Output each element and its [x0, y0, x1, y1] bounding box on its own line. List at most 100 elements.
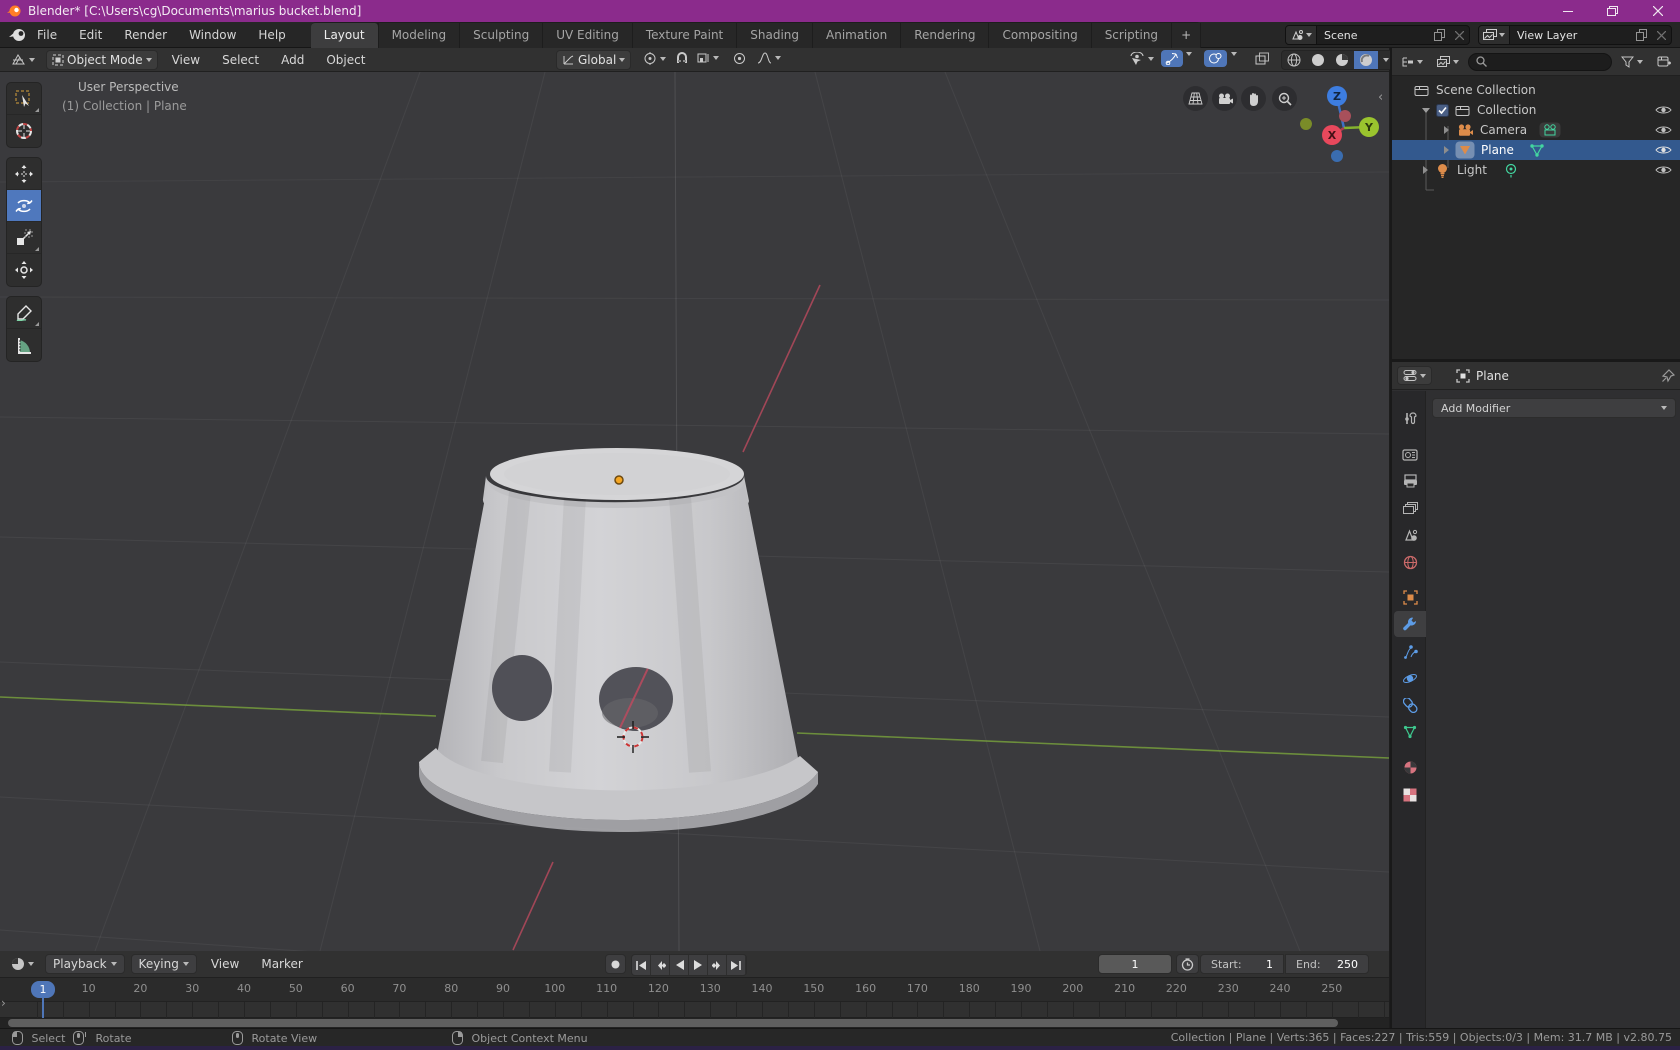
- current-frame-indicator[interactable]: 1: [31, 981, 55, 998]
- jump-to-start-button[interactable]: [632, 955, 651, 975]
- titlebar[interactable]: Blender* [C:\Users\cg\Documents\marius b…: [0, 0, 1680, 22]
- pin-icon[interactable]: [1661, 369, 1675, 383]
- menu-window[interactable]: Window: [178, 22, 247, 48]
- tool-scale[interactable]: [7, 222, 41, 254]
- tab-object-data[interactable]: [1394, 719, 1426, 745]
- disclosure-closed-icon[interactable]: [1423, 166, 1428, 174]
- scene-icon[interactable]: [1286, 26, 1317, 44]
- mode-selector[interactable]: Object Mode: [46, 50, 158, 70]
- close-button[interactable]: [1635, 0, 1680, 22]
- menu-help[interactable]: Help: [247, 22, 296, 48]
- viewport-menu-add[interactable]: Add: [273, 50, 312, 70]
- gizmo-dropdown[interactable]: [1184, 50, 1194, 58]
- pivot-point-selector[interactable]: [638, 50, 671, 67]
- view-layer-icon[interactable]: [1479, 26, 1510, 44]
- outliner-search[interactable]: [1468, 53, 1612, 71]
- play-button[interactable]: [689, 955, 708, 975]
- outliner-search-input[interactable]: [1491, 54, 1571, 69]
- outliner-display-mode[interactable]: [1432, 54, 1464, 70]
- hide-eye-icon[interactable]: [1655, 144, 1672, 156]
- tool-select-box[interactable]: [7, 83, 41, 115]
- zoom-view-button[interactable]: [1272, 86, 1297, 111]
- next-keyframe-button[interactable]: [708, 955, 727, 975]
- tab-scripting[interactable]: Scripting: [1092, 23, 1172, 48]
- camera-view-button[interactable]: [1212, 86, 1237, 111]
- timeline-menu-view[interactable]: View: [203, 954, 247, 974]
- pan-view-button[interactable]: [1241, 86, 1266, 111]
- scene-selector[interactable]: Scene: [1285, 25, 1470, 45]
- tab-object[interactable]: [1394, 584, 1426, 610]
- proportional-falloff-selector[interactable]: [752, 50, 786, 66]
- show-gizmo-toggle[interactable]: [1161, 50, 1183, 67]
- snap-toggle[interactable]: [672, 50, 691, 67]
- unlink-scene-icon[interactable]: [1455, 31, 1464, 40]
- tool-measure[interactable]: [7, 329, 41, 361]
- new-collection-button[interactable]: [1652, 53, 1676, 70]
- blender-menu-icon[interactable]: [8, 27, 26, 42]
- scene-name[interactable]: Scene: [1317, 29, 1429, 42]
- outliner-row-collection[interactable]: Collection: [1392, 100, 1680, 120]
- tab-world[interactable]: [1394, 549, 1426, 575]
- editor-type-button-properties[interactable]: [1397, 366, 1432, 385]
- new-scene-icon[interactable]: [1434, 29, 1445, 41]
- outliner-row-plane[interactable]: Plane: [1392, 140, 1680, 160]
- tab-layout[interactable]: Layout: [311, 23, 379, 48]
- proportional-editing-toggle[interactable]: [730, 50, 749, 67]
- playhead-line[interactable]: [42, 998, 44, 1018]
- tab-view-layer[interactable]: [1394, 495, 1426, 521]
- hide-eye-icon[interactable]: [1655, 124, 1672, 136]
- timeline-expand-arrow[interactable]: ›: [1, 996, 6, 1010]
- hide-eye-icon[interactable]: [1655, 104, 1672, 116]
- frame-start-field[interactable]: Start: 1: [1200, 954, 1284, 974]
- tab-sculpting[interactable]: Sculpting: [460, 23, 543, 48]
- viewport-menu-view[interactable]: View: [164, 50, 208, 70]
- tab-material[interactable]: [1394, 754, 1426, 780]
- tab-modifiers[interactable]: [1394, 611, 1426, 637]
- snap-target-selector[interactable]: [692, 50, 724, 66]
- collection-checkbox[interactable]: [1436, 104, 1449, 117]
- shading-wireframe-button[interactable]: [1282, 51, 1306, 69]
- add-workspace-button[interactable]: +: [1172, 23, 1201, 48]
- outliner-filter-button[interactable]: [1616, 54, 1648, 70]
- tab-output[interactable]: [1394, 468, 1426, 494]
- shading-material-button[interactable]: [1330, 51, 1354, 69]
- timeline-menu-marker[interactable]: Marker: [253, 954, 310, 974]
- tab-shading[interactable]: Shading: [737, 23, 813, 48]
- keying-menu[interactable]: Keying: [131, 954, 197, 974]
- tab-constraints[interactable]: [1394, 692, 1426, 718]
- tool-cursor[interactable]: [7, 115, 41, 147]
- object-visibility-selector[interactable]: [1124, 50, 1159, 67]
- tab-compositing[interactable]: Compositing: [989, 23, 1091, 48]
- viewport-menu-object[interactable]: Object: [318, 50, 373, 70]
- current-frame-field[interactable]: 1: [1098, 954, 1172, 974]
- tool-transform[interactable]: [7, 254, 41, 286]
- prev-keyframe-button[interactable]: [651, 955, 670, 975]
- editor-type-button-timeline[interactable]: [6, 955, 39, 973]
- tab-physics[interactable]: [1394, 665, 1426, 691]
- timeline-ticks[interactable]: [0, 1001, 1389, 1018]
- menu-edit[interactable]: Edit: [68, 22, 113, 48]
- menu-file[interactable]: File: [26, 22, 68, 48]
- disclosure-open-icon[interactable]: [1422, 108, 1430, 113]
- show-overlays-toggle[interactable]: [1204, 50, 1227, 67]
- auto-keying-button[interactable]: [605, 954, 626, 974]
- ortho-grid-button[interactable]: [1183, 86, 1208, 111]
- hide-eye-icon[interactable]: [1655, 164, 1672, 176]
- view-layer-selector[interactable]: View Layer: [1478, 25, 1672, 45]
- tab-modeling[interactable]: Modeling: [379, 23, 461, 48]
- shading-rendered-button[interactable]: [1354, 51, 1378, 69]
- transform-orientation-selector[interactable]: Global: [556, 50, 631, 70]
- view-layer-name[interactable]: View Layer: [1510, 29, 1631, 42]
- disclosure-closed-icon[interactable]: [1444, 146, 1449, 154]
- use-preview-range-button[interactable]: [1176, 954, 1199, 974]
- play-reverse-button[interactable]: [670, 955, 689, 975]
- tab-scene[interactable]: [1394, 522, 1426, 548]
- tab-tool[interactable]: [1394, 405, 1426, 431]
- editor-type-button-outliner[interactable]: [1396, 54, 1428, 70]
- tab-render[interactable]: [1394, 441, 1426, 467]
- disclosure-closed-icon[interactable]: [1444, 126, 1449, 134]
- minimize-button[interactable]: [1545, 0, 1590, 22]
- xray-toggle[interactable]: [1251, 50, 1273, 67]
- tool-move[interactable]: [7, 158, 41, 190]
- tab-texture-paint[interactable]: Texture Paint: [633, 23, 737, 48]
